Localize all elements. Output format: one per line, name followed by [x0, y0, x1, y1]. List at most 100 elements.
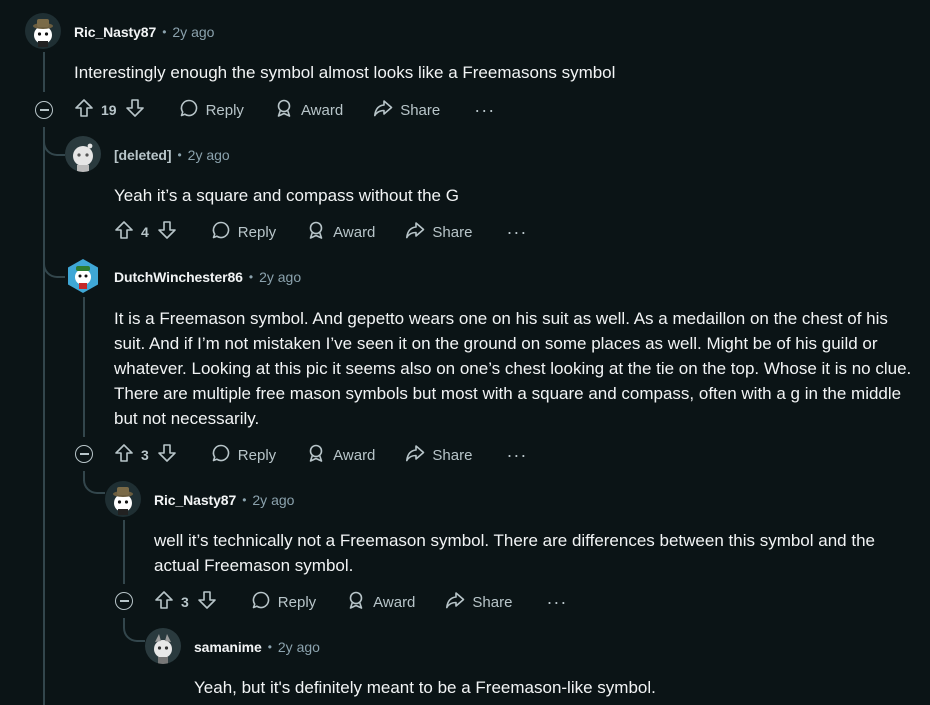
award-label: Award: [300, 101, 344, 119]
timestamp[interactable]: 2y ago: [172, 24, 214, 40]
more-options-icon[interactable]: ···: [546, 593, 567, 611]
award-icon: [274, 98, 294, 122]
comment-icon: [211, 220, 231, 244]
comment-body: Interestingly enough the symbol almost l…: [74, 63, 616, 82]
award-label: Award: [333, 223, 376, 241]
comment-meta: Ric_Nasty87 • 2y ago: [154, 490, 294, 510]
share-button[interactable]: Share: [405, 443, 472, 467]
reply-button[interactable]: Reply: [179, 98, 244, 122]
comment-icon: [251, 590, 271, 614]
award-icon: [306, 443, 326, 467]
thread-curve: [83, 472, 105, 494]
avatar[interactable]: [25, 13, 61, 49]
more-options-icon[interactable]: ···: [506, 223, 527, 241]
thread-curve: [123, 620, 145, 642]
downvote-icon[interactable]: [125, 98, 145, 122]
share-button[interactable]: Share: [373, 98, 440, 122]
reply-button[interactable]: Reply: [211, 220, 276, 244]
upvote-icon[interactable]: [154, 590, 174, 614]
avatar[interactable]: [65, 136, 101, 172]
comment-meta: DutchWinchester86 • 2y ago: [114, 267, 301, 287]
more-options-icon[interactable]: ···: [474, 101, 495, 119]
award-icon: [346, 590, 366, 614]
author-name[interactable]: Ric_Nasty87: [74, 24, 156, 40]
timestamp[interactable]: 2y ago: [188, 147, 230, 163]
thread-curve: [43, 134, 65, 156]
thread-line: [43, 52, 45, 92]
award-label: Award: [333, 446, 376, 464]
collapse-button[interactable]: [115, 592, 133, 610]
author-name: [deleted]: [114, 147, 172, 163]
thread-line: [43, 127, 45, 705]
share-button[interactable]: Share: [405, 220, 472, 244]
award-icon: [306, 220, 326, 244]
timestamp[interactable]: 2y ago: [278, 639, 320, 655]
reply-button[interactable]: Reply: [211, 443, 276, 467]
reply-label: Reply: [205, 101, 244, 119]
separator-dot: •: [267, 640, 272, 654]
comment-actions: 3 Reply Award Share ···: [154, 590, 567, 614]
downvote-icon[interactable]: [157, 220, 177, 244]
comment-body: It is a Freemason symbol. And gepetto we…: [114, 309, 912, 428]
share-label: Share: [432, 446, 473, 464]
author-name[interactable]: DutchWinchester86: [114, 269, 243, 285]
vote-group: 4: [114, 220, 177, 244]
author-name[interactable]: samanime: [194, 639, 262, 655]
vote-score: 3: [181, 594, 189, 610]
thread-line: [83, 297, 85, 437]
comment-actions: 4 Reply Award Share ···: [114, 220, 527, 244]
collapse-button[interactable]: [75, 445, 93, 463]
share-icon: [405, 443, 425, 467]
upvote-icon[interactable]: [114, 443, 134, 467]
comment-meta: [deleted] • 2y ago: [114, 145, 230, 165]
comment-icon: [211, 443, 231, 467]
share-icon: [445, 590, 465, 614]
separator-dot: •: [162, 25, 167, 39]
comment-actions: 19 Reply Award Share ···: [74, 98, 495, 122]
collapse-button[interactable]: [35, 101, 53, 119]
thread-curve: [43, 256, 65, 278]
vote-score: 3: [141, 447, 149, 463]
upvote-icon[interactable]: [74, 98, 94, 122]
separator-dot: •: [248, 270, 254, 284]
downvote-icon[interactable]: [157, 443, 177, 467]
vote-score: 19: [101, 102, 117, 118]
downvote-icon[interactable]: [197, 590, 217, 614]
share-icon: [373, 98, 393, 122]
award-button[interactable]: Award: [306, 220, 375, 244]
share-label: Share: [400, 101, 441, 119]
award-button[interactable]: Award: [274, 98, 343, 122]
comment-body: well it’s technically not a Freemason sy…: [154, 531, 875, 575]
award-button[interactable]: Award: [346, 590, 415, 614]
separator-dot: •: [177, 148, 182, 162]
reply-label: Reply: [277, 593, 317, 611]
comment-meta: samanime • 2y ago: [194, 637, 320, 657]
comment-icon: [179, 98, 199, 122]
share-label: Share: [432, 223, 473, 241]
comment-meta: Ric_Nasty87 • 2y ago: [74, 22, 214, 42]
timestamp[interactable]: 2y ago: [252, 492, 294, 508]
author-name[interactable]: Ric_Nasty87: [154, 492, 236, 508]
reply-button[interactable]: Reply: [251, 590, 316, 614]
upvote-icon[interactable]: [114, 220, 134, 244]
avatar[interactable]: [105, 481, 141, 517]
share-label: Share: [472, 593, 513, 611]
vote-group: 3: [154, 590, 217, 614]
vote-group: 3: [114, 443, 177, 467]
reply-label: Reply: [237, 223, 277, 241]
share-button[interactable]: Share: [445, 590, 512, 614]
timestamp[interactable]: 2y ago: [259, 269, 301, 285]
comment-actions: 3 Reply Award Share ···: [114, 443, 527, 467]
award-label: Award: [373, 593, 416, 611]
award-button[interactable]: Award: [306, 443, 375, 467]
vote-score: 4: [141, 224, 149, 240]
more-options-icon[interactable]: ···: [506, 446, 527, 464]
comment-body: Yeah it’s a square and compass without t…: [114, 186, 459, 205]
vote-group: 19: [74, 98, 145, 122]
thread-line: [123, 520, 125, 584]
share-icon: [405, 220, 425, 244]
comment-body: Yeah, but it's definitely meant to be a …: [194, 678, 656, 697]
avatar[interactable]: [145, 628, 181, 664]
avatar[interactable]: [65, 258, 101, 294]
separator-dot: •: [242, 493, 247, 507]
